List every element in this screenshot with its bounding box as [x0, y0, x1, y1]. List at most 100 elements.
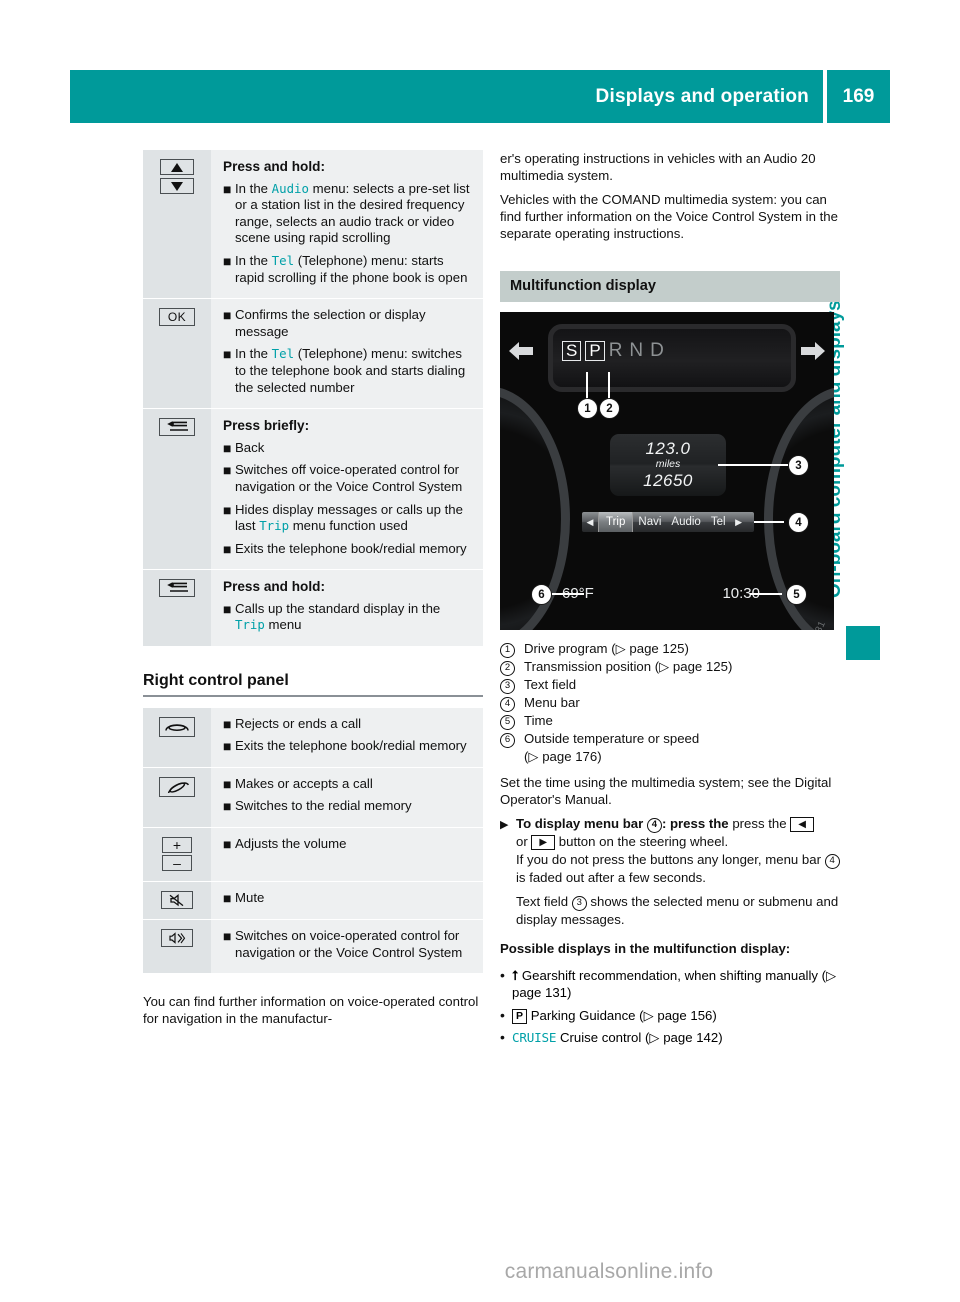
table-row-icon-cell: [143, 570, 211, 647]
row-heading: Press and hold:: [223, 159, 325, 174]
callout-legend-item: 5 Time: [500, 712, 840, 730]
bullet-text-pre: Makes or accepts a call: [235, 775, 373, 791]
table-row: Press briefly: ■ Back ■ Switches off voice…: [143, 409, 483, 571]
table-row: + – ■ Adjusts the volume: [143, 828, 483, 883]
bullet-item: ■ In the Tel (Telephone) menu: starts ra…: [223, 253, 471, 286]
multifunction-display-illustration: S P RND 123.0 miles 12650 ◀ Trip Navi Audi…: [500, 312, 834, 630]
gear-indicator: S P RND: [562, 340, 671, 362]
left-turn-arrow-icon: [508, 340, 534, 362]
bullet-text-post: menu function used: [289, 518, 408, 534]
bullet-text-pre: Calls up the standard display in the: [235, 600, 441, 616]
callout-legend-text: Time: [524, 713, 553, 728]
bullet-text-pre: Exits the telephone book/redial memory: [235, 540, 467, 556]
callout-tail: ): [684, 641, 689, 656]
cluster-status-row: 69°F 10:30: [562, 580, 760, 606]
bullet-text-pre: Switches off voice-operated control for …: [235, 462, 463, 494]
leader-line-1: [586, 372, 588, 400]
step-marker-3: 3: [571, 896, 587, 911]
possible-displays-heading: Possible displays in the multifunction d…: [500, 940, 791, 956]
menu-left-arrow-icon: ◀: [586, 516, 594, 527]
menu-item-navi: Navi: [638, 516, 662, 528]
bullet-item: ■ Confirms the selection or display mess…: [223, 307, 471, 340]
bullet-item: ■ Mute: [223, 890, 471, 907]
callout-legend-item: 4 Menu bar: [500, 694, 840, 712]
bullet-text-pre: In the: [235, 252, 272, 268]
page-ref-icon: ▷: [649, 1030, 664, 1045]
table-row: ■ Mute: [143, 882, 483, 921]
bullet-item: ■ Back: [223, 440, 471, 457]
possible-item-page: page 142: [663, 1030, 719, 1045]
possible-item-tail: ): [712, 1007, 717, 1023]
transmission-position-R: R: [608, 340, 630, 361]
row-heading: Press and hold:: [223, 579, 325, 595]
parking-guidance-icon: P: [512, 1008, 528, 1024]
right-control-panel-table: ■ Rejects or ends a call ■ Exits the telep…: [143, 707, 483, 974]
inline-code: Tel: [271, 252, 295, 268]
step-line3a: Text field: [516, 894, 569, 909]
ok-button-icon: OK: [159, 308, 195, 327]
bullet-item: ■ Switches on voice-operated control for …: [223, 928, 471, 961]
page-header: Displays and operation 169: [70, 70, 890, 123]
callout-marker-5: 5: [786, 584, 807, 605]
drive-program-value: S: [562, 341, 582, 361]
gearshift-arrow-icon: ⭡: [512, 967, 519, 983]
cluster-menu-bar: ◀ Trip Navi Audio Tel ▶: [582, 512, 754, 532]
table-row-body: ■ Adjusts the volume: [211, 828, 483, 882]
bullet-text-pre: Back: [235, 439, 265, 455]
inline-code: Trip: [235, 617, 265, 633]
callout-legend: 1 Drive program (▷ page 125) 2 Transmiss…: [500, 640, 840, 765]
bullet-marker: ■: [223, 252, 232, 269]
possible-display-item: • ⭡ Gearshift recommendation, when shift…: [500, 967, 840, 1002]
leader-line-3: [718, 464, 788, 466]
callout-legend-marker: 1: [500, 640, 524, 658]
table-row: ■ Switches on voice-operated control for …: [143, 920, 483, 974]
chapter-tab: On-board computer and displays: [824, 160, 886, 660]
bullet-marker: •: [500, 966, 505, 983]
section-bar-multifunction-display: Multifunction display: [500, 271, 840, 302]
step-or-word: or: [516, 834, 528, 849]
step-after-marker: : press the: [661, 816, 729, 831]
callout-legend-text: Text field: [524, 677, 577, 692]
bullet-item: ■ Adjusts the volume: [223, 836, 471, 853]
right-column: er's operating instructions in vehicles …: [500, 150, 840, 1049]
table-row-body: ■ Mute: [211, 882, 483, 920]
table-row-body: Press briefly: ■ Back ■ Switches off voice…: [211, 409, 483, 570]
bullet-text-pre: Confirms the selection or display messag…: [235, 307, 426, 339]
bullet-text-pre: Rejects or ends a call: [235, 715, 362, 731]
possible-item-tail: ): [718, 1030, 723, 1045]
step-arrow-icon: ▶: [500, 819, 509, 831]
bullet-item: ■ Switches off voice-operated control for…: [223, 462, 471, 495]
step-after-buttons: button on the steering wheel.: [558, 834, 729, 849]
table-row-icon-cell: [143, 707, 211, 767]
inline-code: Tel: [271, 346, 295, 362]
table-row-icon-cell: [143, 767, 211, 828]
bullet-marker: ■: [223, 890, 232, 907]
callout-legend-marker: 3: [500, 676, 524, 694]
bullet-marker: ■: [223, 738, 232, 755]
possible-display-item: • CRUISE Cruise control (▷ page 142): [500, 1029, 840, 1047]
callout-legend-item: 6 Outside temperature or speed (▷ page 17…: [500, 730, 840, 765]
bullet-item: ■ In the Tel (Telephone) menu: switches …: [223, 346, 471, 396]
table-row-body: ■ Switches on voice-operated control for …: [211, 920, 483, 974]
possible-item-text: Parking Guidance (: [530, 1007, 644, 1023]
inline-code: Trip: [259, 518, 290, 534]
callout-legend-marker: 5: [500, 712, 524, 730]
mute-icon: [161, 891, 193, 910]
leader-line-2: [608, 372, 610, 400]
table-row-body: ■ Rejects or ends a call ■ Exits the telep…: [211, 707, 483, 767]
step-marker-4b: 4: [824, 853, 840, 869]
callout-legend-marker: 4: [500, 694, 524, 712]
trip-distance-value: 123.0: [645, 439, 691, 458]
bullet-text-pre: Switches to the redial memory: [235, 798, 412, 814]
odometer-value: 12650: [643, 471, 693, 490]
callout-legend-marker: 2: [500, 658, 524, 676]
voice-control-icon: [161, 929, 193, 948]
callout-legend-text: Transmission position (: [524, 659, 660, 674]
page-ref-icon: ▷: [659, 659, 673, 674]
transmission-position-P: P: [585, 341, 605, 361]
header-accent-bar: Displays and operation: [70, 70, 823, 123]
bullet-text-pre: Switches on voice-operated control for n…: [235, 928, 463, 960]
volume-down-icon: –: [162, 855, 192, 872]
menu-item-trip: Trip: [598, 512, 634, 532]
callout-legend-text: Menu bar: [524, 695, 580, 710]
